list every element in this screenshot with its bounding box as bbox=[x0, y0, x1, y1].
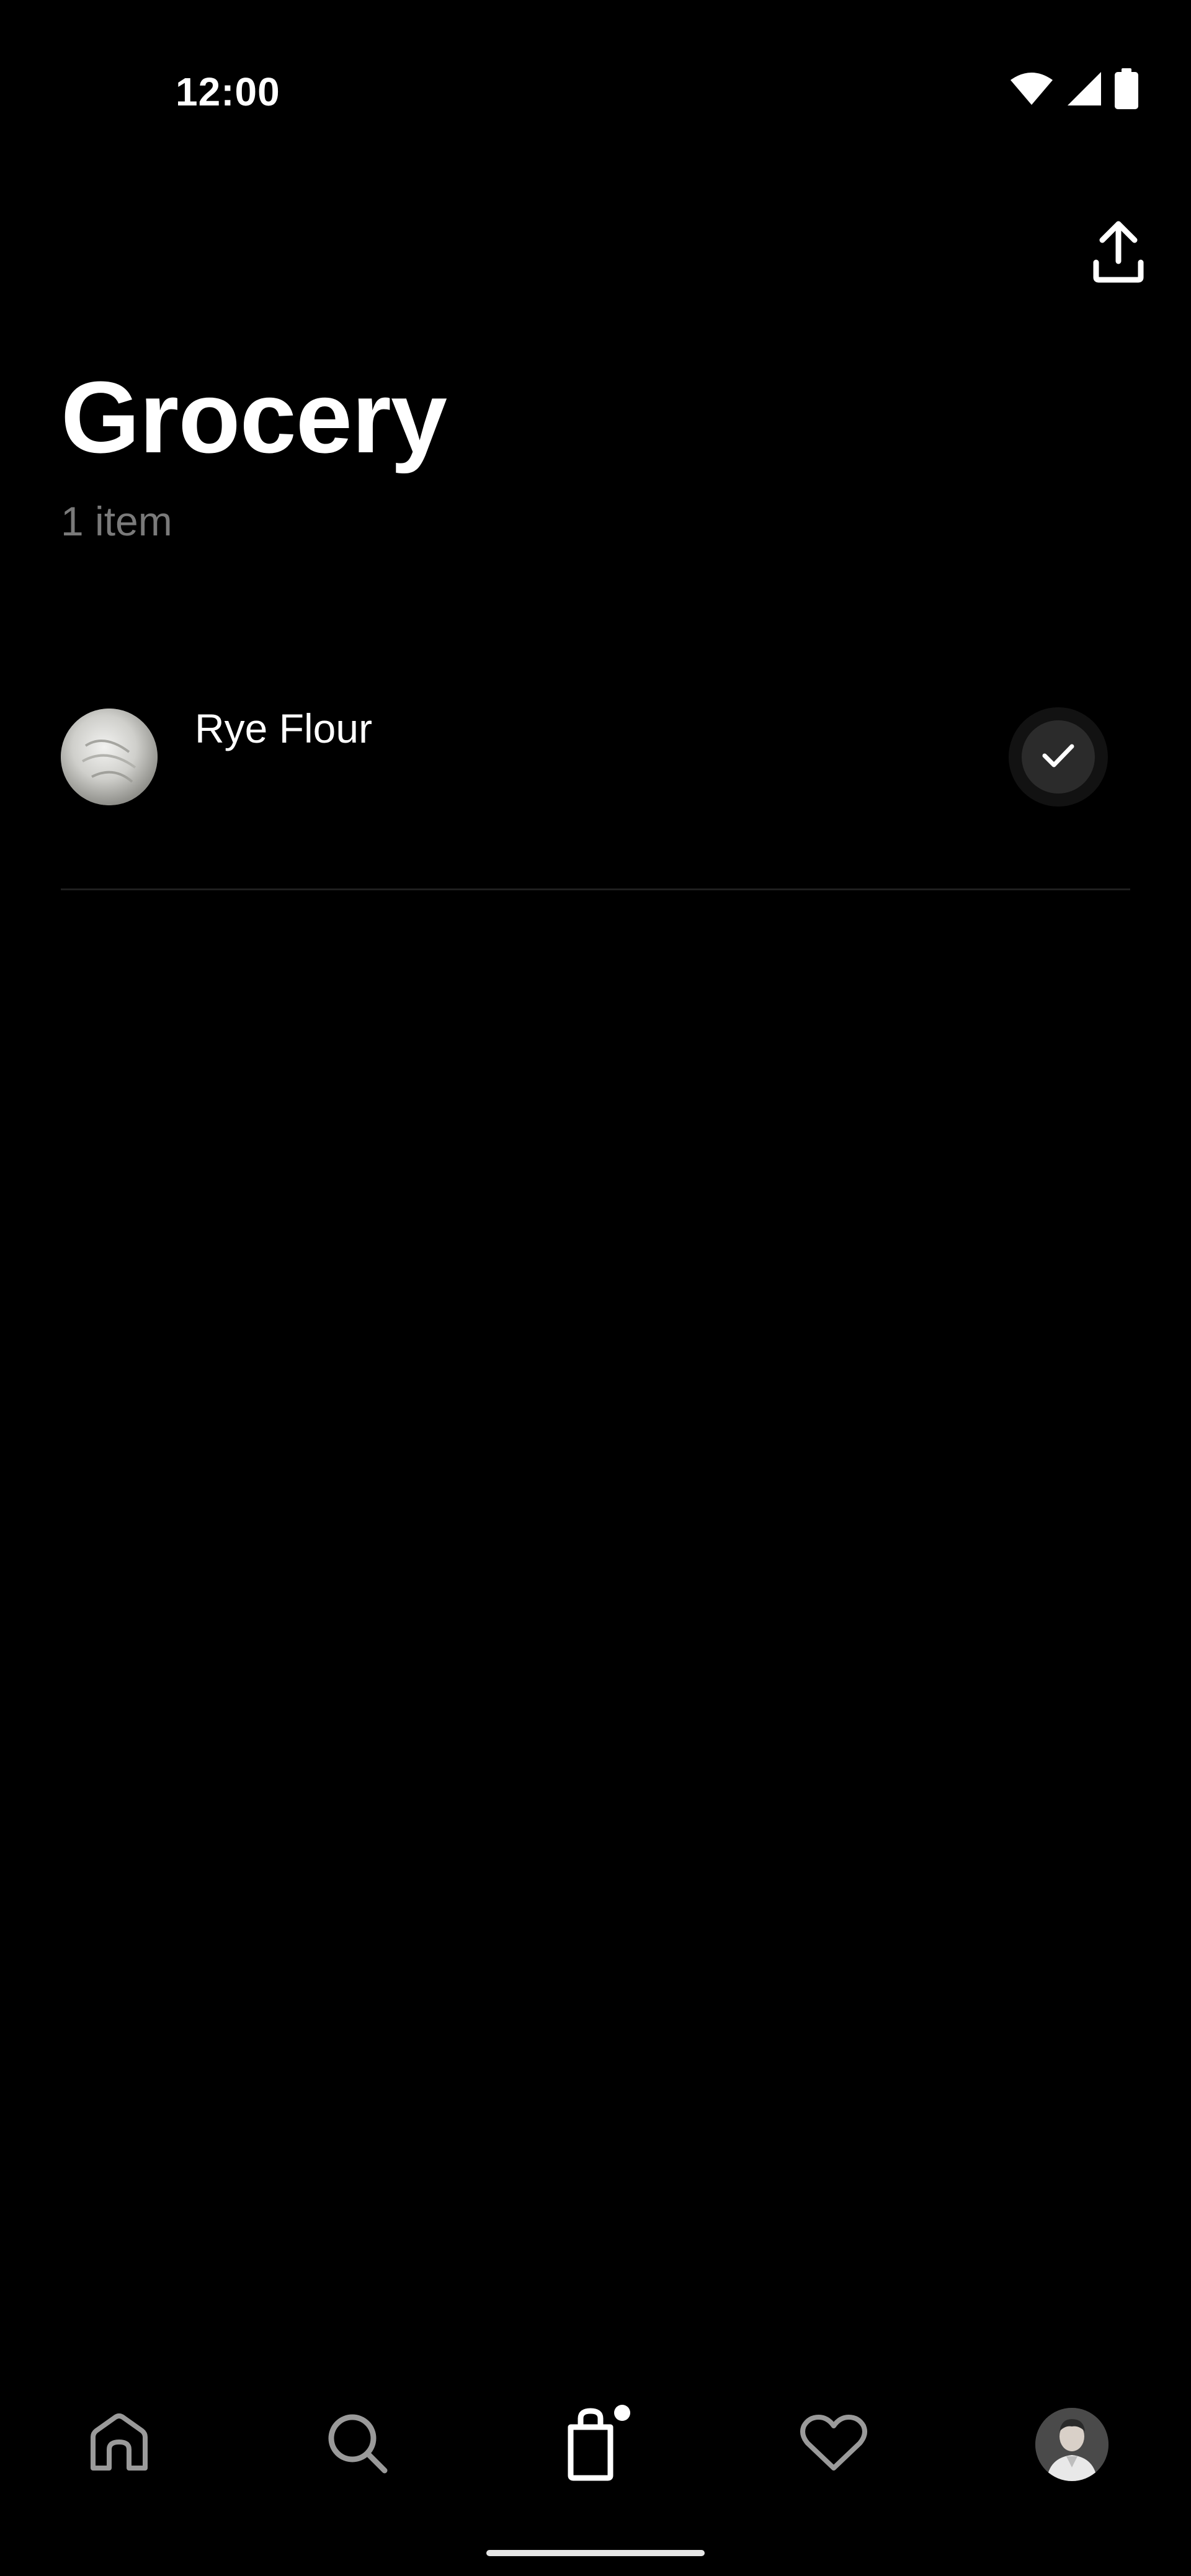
item-name: Rye Flour bbox=[195, 705, 373, 751]
bag-badge-dot bbox=[614, 2405, 630, 2421]
shopping-bag-icon bbox=[564, 2408, 617, 2484]
item-check-button[interactable] bbox=[1009, 707, 1108, 807]
nav-favorites[interactable] bbox=[784, 2382, 883, 2507]
nav-home[interactable] bbox=[69, 2382, 169, 2507]
battery-icon bbox=[1115, 68, 1138, 109]
avatar bbox=[1035, 2408, 1108, 2481]
item-thumbnail bbox=[61, 709, 158, 805]
status-time: 12:00 bbox=[176, 69, 280, 114]
heart-icon bbox=[799, 2413, 868, 2476]
status-icons bbox=[1009, 68, 1138, 109]
home-icon bbox=[88, 2413, 150, 2476]
nav-bag[interactable] bbox=[546, 2382, 645, 2507]
cellular-signal-icon bbox=[1066, 71, 1102, 107]
grocery-screen: 12:00 Grocery 1 item Rye Flour bbox=[0, 0, 1191, 2576]
share-button[interactable] bbox=[1089, 218, 1148, 288]
share-upload-icon bbox=[1092, 220, 1144, 287]
check-circle bbox=[1022, 720, 1095, 794]
wifi-icon bbox=[1009, 71, 1054, 106]
page-title: Grocery bbox=[61, 360, 447, 474]
row-divider bbox=[61, 888, 1130, 890]
list-item[interactable]: Rye Flour bbox=[61, 695, 1130, 891]
nav-profile[interactable] bbox=[1022, 2382, 1122, 2507]
checkmark-icon bbox=[1041, 742, 1076, 772]
bottom-nav bbox=[0, 2382, 1191, 2507]
item-count: 1 item bbox=[61, 498, 172, 544]
bag-icon-wrap bbox=[564, 2405, 630, 2484]
home-indicator[interactable] bbox=[486, 2550, 705, 2556]
search-icon bbox=[326, 2412, 388, 2477]
status-bar: 12:00 bbox=[0, 0, 1191, 186]
nav-search[interactable] bbox=[308, 2382, 407, 2507]
